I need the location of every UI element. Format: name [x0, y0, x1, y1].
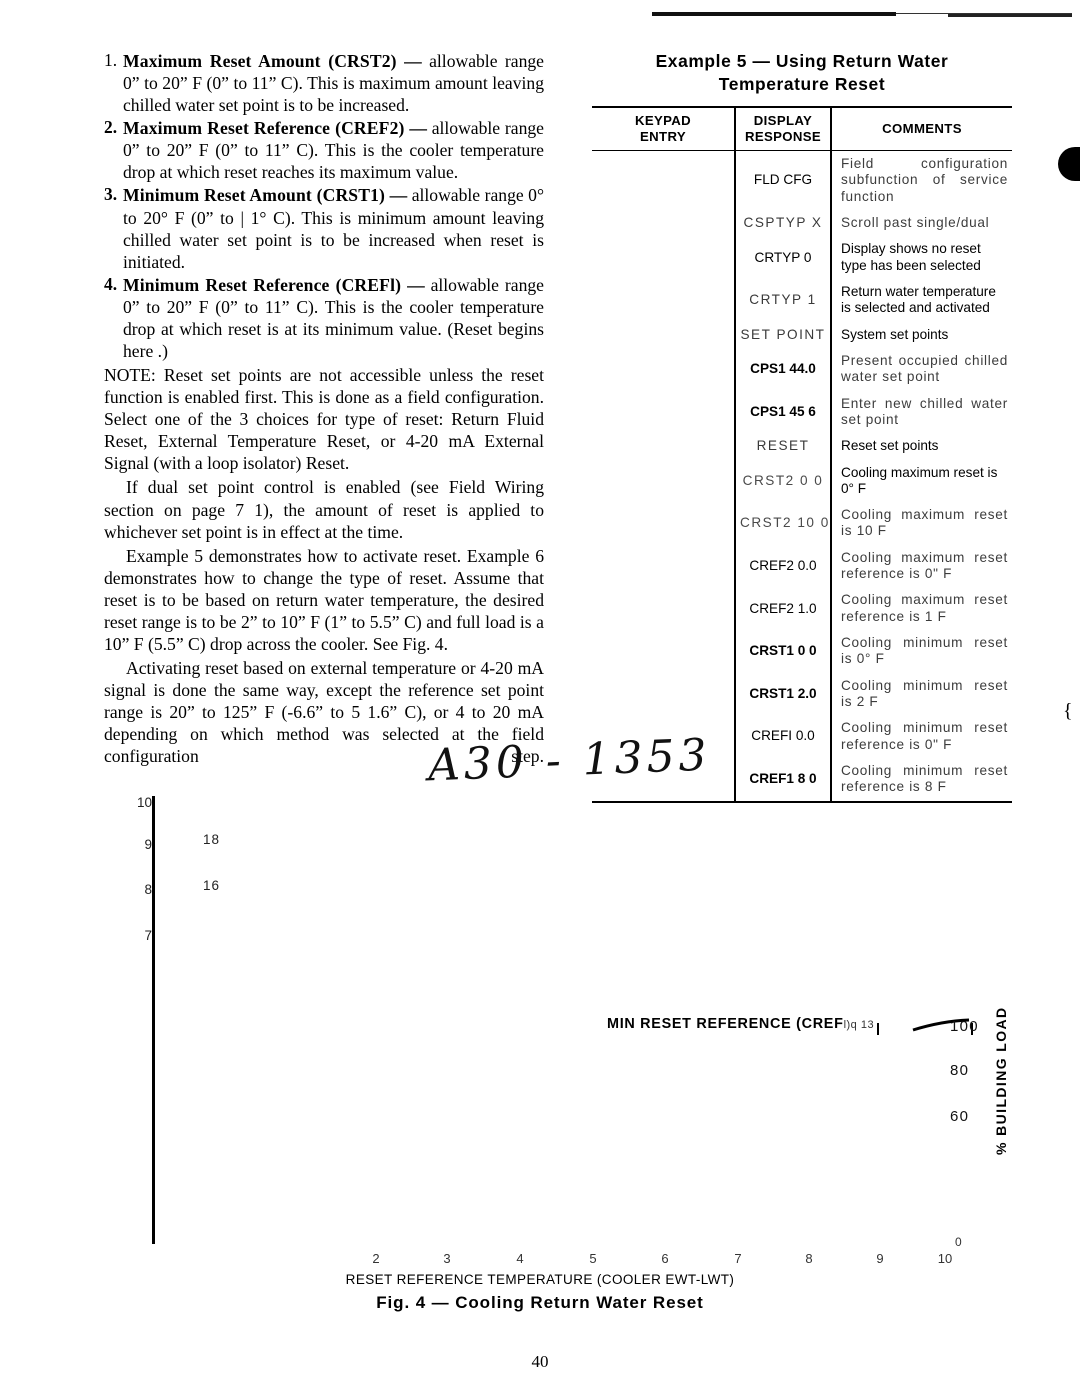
- annotation-main-text: MIN RESET REFERENCE (CREF: [607, 1016, 844, 1032]
- y-axis-secondary-label: 18: [203, 832, 221, 847]
- x-axis-tick-label: 5: [589, 1251, 597, 1266]
- x-axis-tick-label: 7: [734, 1251, 742, 1266]
- y-axis-secondary-label: 16: [203, 878, 221, 893]
- x-axis-tick-label: 9: [876, 1251, 884, 1266]
- x-axis-title: RESET REFERENCE TEMPERATURE (COOLER EWT-…: [345, 1272, 735, 1287]
- y-axis-tick-label: 7: [144, 928, 152, 943]
- y-axis-tick-label: 10: [136, 795, 152, 810]
- x-axis-tick-label: 4: [516, 1251, 524, 1266]
- page-number: 40: [531, 1352, 549, 1371]
- x-axis-tick-label: 6: [661, 1251, 669, 1266]
- figure-cooling-return-water-reset: 10 9 8 7 18 16 MIN RESET REFERENCE (CREF…: [0, 0, 1080, 1395]
- plot-tick-mark: [877, 1023, 879, 1035]
- x-axis-tick-label: 10: [937, 1251, 953, 1266]
- x-axis-tick-label: 2: [372, 1251, 380, 1266]
- x-axis-tick-label: 8: [805, 1251, 813, 1266]
- x-axis-extra-label: 0: [955, 1235, 962, 1249]
- right-axis-title: % BUILDING LOAD: [993, 1006, 1009, 1155]
- min-reset-reference-annotation: MIN RESET REFERENCE (CREFl)q 13: [607, 1016, 874, 1032]
- figure-caption: Fig. 4 — Cooling Return Water Reset: [376, 1293, 704, 1312]
- y-axis-line: [152, 796, 155, 1244]
- x-axis-tick-label: 3: [443, 1251, 451, 1266]
- right-axis-tick-label: 80: [950, 1062, 970, 1079]
- y-axis-tick-label: 9: [144, 837, 152, 852]
- document-page: 1. Maximum Reset Amount (CRST2) — allowa…: [0, 0, 1080, 1395]
- right-axis-tick-label: 100: [950, 1018, 979, 1035]
- y-axis-tick-label: 8: [144, 882, 152, 897]
- right-axis-tick-label: 60: [950, 1108, 970, 1125]
- annotation-sub-text: l)q 13: [843, 1019, 875, 1031]
